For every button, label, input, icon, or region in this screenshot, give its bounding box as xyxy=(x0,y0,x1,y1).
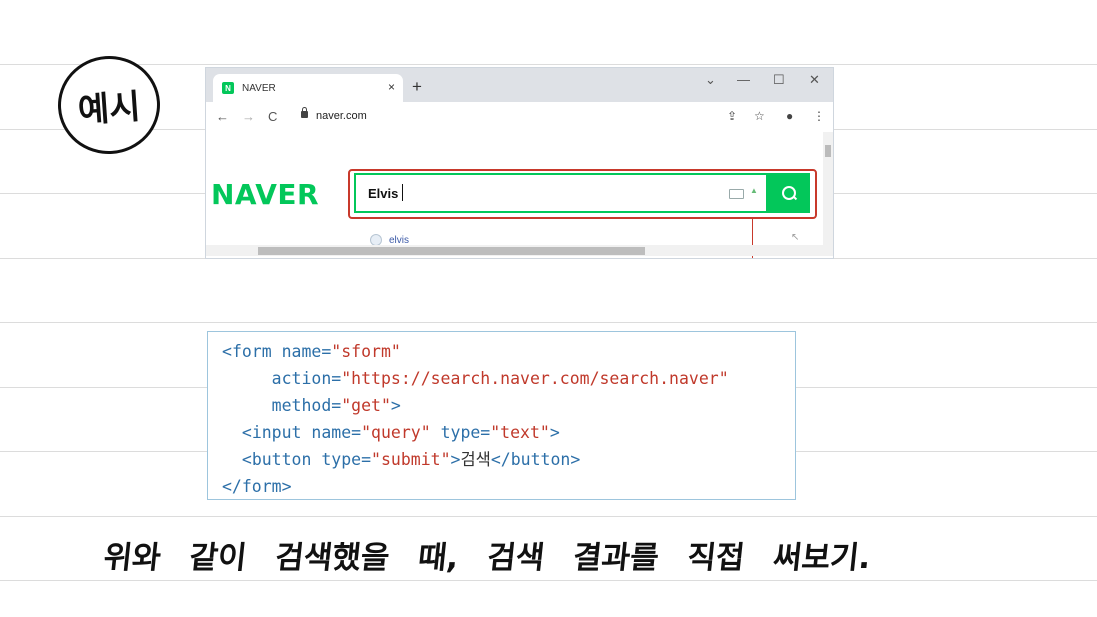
code-token: form xyxy=(231,342,272,361)
reload-button[interactable]: C xyxy=(268,109,277,124)
naver-favicon-icon: N xyxy=(222,82,234,94)
code-line: method="get"> xyxy=(222,392,401,420)
lock-icon xyxy=(301,107,308,118)
code-line: <input name="query" type="text"> xyxy=(222,419,560,447)
text-cursor xyxy=(402,184,403,201)
code-token: method= xyxy=(222,396,342,415)
code-line: <form name="sform" xyxy=(222,338,401,366)
code-token: "sform" xyxy=(331,342,401,361)
ruled-line xyxy=(0,580,1097,581)
code-token: > xyxy=(281,477,292,496)
keyboard-icon[interactable] xyxy=(729,189,744,199)
handwritten-instruction: 위와 같이 검색했을 때, 검색 결과를 직접 써보기. xyxy=(101,540,873,576)
maximize-button[interactable]: ☐ xyxy=(773,72,785,88)
address-bar-url[interactable]: naver.com xyxy=(316,110,367,122)
code-token: type= xyxy=(311,450,372,469)
minimize-button[interactable]: — xyxy=(737,72,750,87)
profile-icon[interactable]: ● xyxy=(786,109,793,123)
suggestion-text: elvis xyxy=(389,234,410,246)
ruled-line xyxy=(0,516,1097,517)
search-box: ▲ xyxy=(354,173,768,213)
code-token: name= xyxy=(301,423,362,442)
code-token: > xyxy=(549,423,560,442)
code-token: < xyxy=(222,342,232,361)
autocomplete-toggle-icon[interactable]: ▲ xyxy=(750,186,758,195)
code-token: </ xyxy=(490,450,511,469)
back-button[interactable]: ← xyxy=(216,109,229,124)
code-token: > xyxy=(570,450,581,469)
code-block: <form name="sform" action="https://searc… xyxy=(207,331,796,500)
browser-toolbar: ← → C naver.com ⇪ ☆ ● ⋮ xyxy=(206,102,833,132)
code-line: <button type="submit">검색</button> xyxy=(222,446,580,474)
code-line: </form> xyxy=(222,473,292,501)
code-token: 검색 xyxy=(460,450,491,469)
new-tab-button[interactable]: + xyxy=(412,78,422,95)
code-token: input xyxy=(251,423,302,442)
page-content: NAVER ▲ elvis ↖ xyxy=(206,132,833,258)
code-token: form xyxy=(241,477,282,496)
code-line: action="https://search.naver.com/search.… xyxy=(222,365,729,393)
naver-logo[interactable]: NAVER xyxy=(211,178,319,211)
vertical-scrollbar-thumb[interactable] xyxy=(825,145,831,157)
code-token: > xyxy=(390,396,401,415)
fill-suggestion-icon[interactable]: ↖ xyxy=(791,232,799,243)
tab-naver[interactable]: N NAVER × xyxy=(213,74,403,102)
tab-close-icon[interactable]: × xyxy=(388,80,395,94)
code-token: "query" xyxy=(361,423,431,442)
search-icon xyxy=(782,186,796,200)
code-token: < xyxy=(222,450,252,469)
code-token: "https://search.naver.com/search.naver" xyxy=(341,369,729,388)
code-token: </ xyxy=(222,477,242,496)
share-icon[interactable]: ⇪ xyxy=(727,109,737,123)
bookmark-star-icon[interactable]: ☆ xyxy=(754,109,765,123)
example-badge: 예시 xyxy=(54,52,164,158)
menu-icon[interactable]: ⋮ xyxy=(813,109,825,123)
code-token: name= xyxy=(271,342,332,361)
code-token: > xyxy=(450,450,461,469)
code-token: button xyxy=(251,450,312,469)
code-token: type= xyxy=(430,423,491,442)
horizontal-scrollbar-thumb[interactable] xyxy=(258,247,645,255)
code-token: action= xyxy=(222,369,342,388)
ruled-line xyxy=(0,322,1097,323)
close-window-button[interactable]: ✕ xyxy=(809,72,820,88)
forward-button[interactable]: → xyxy=(242,109,255,124)
search-button[interactable] xyxy=(768,173,810,213)
code-token: button xyxy=(510,450,571,469)
search-input[interactable] xyxy=(368,184,668,202)
tab-title: NAVER xyxy=(242,82,276,94)
browser-window: N NAVER × + ⌄ — ☐ ✕ ← → C naver.com ⇪ ☆ … xyxy=(205,67,834,259)
code-token: < xyxy=(222,423,252,442)
ruled-line xyxy=(0,64,1097,65)
code-token: "submit" xyxy=(371,450,451,469)
code-token: "text" xyxy=(490,423,550,442)
code-token: "get" xyxy=(341,396,391,415)
tab-search-icon[interactable]: ⌄ xyxy=(705,72,716,88)
tab-bar: N NAVER × + ⌄ — ☐ ✕ xyxy=(206,68,833,102)
